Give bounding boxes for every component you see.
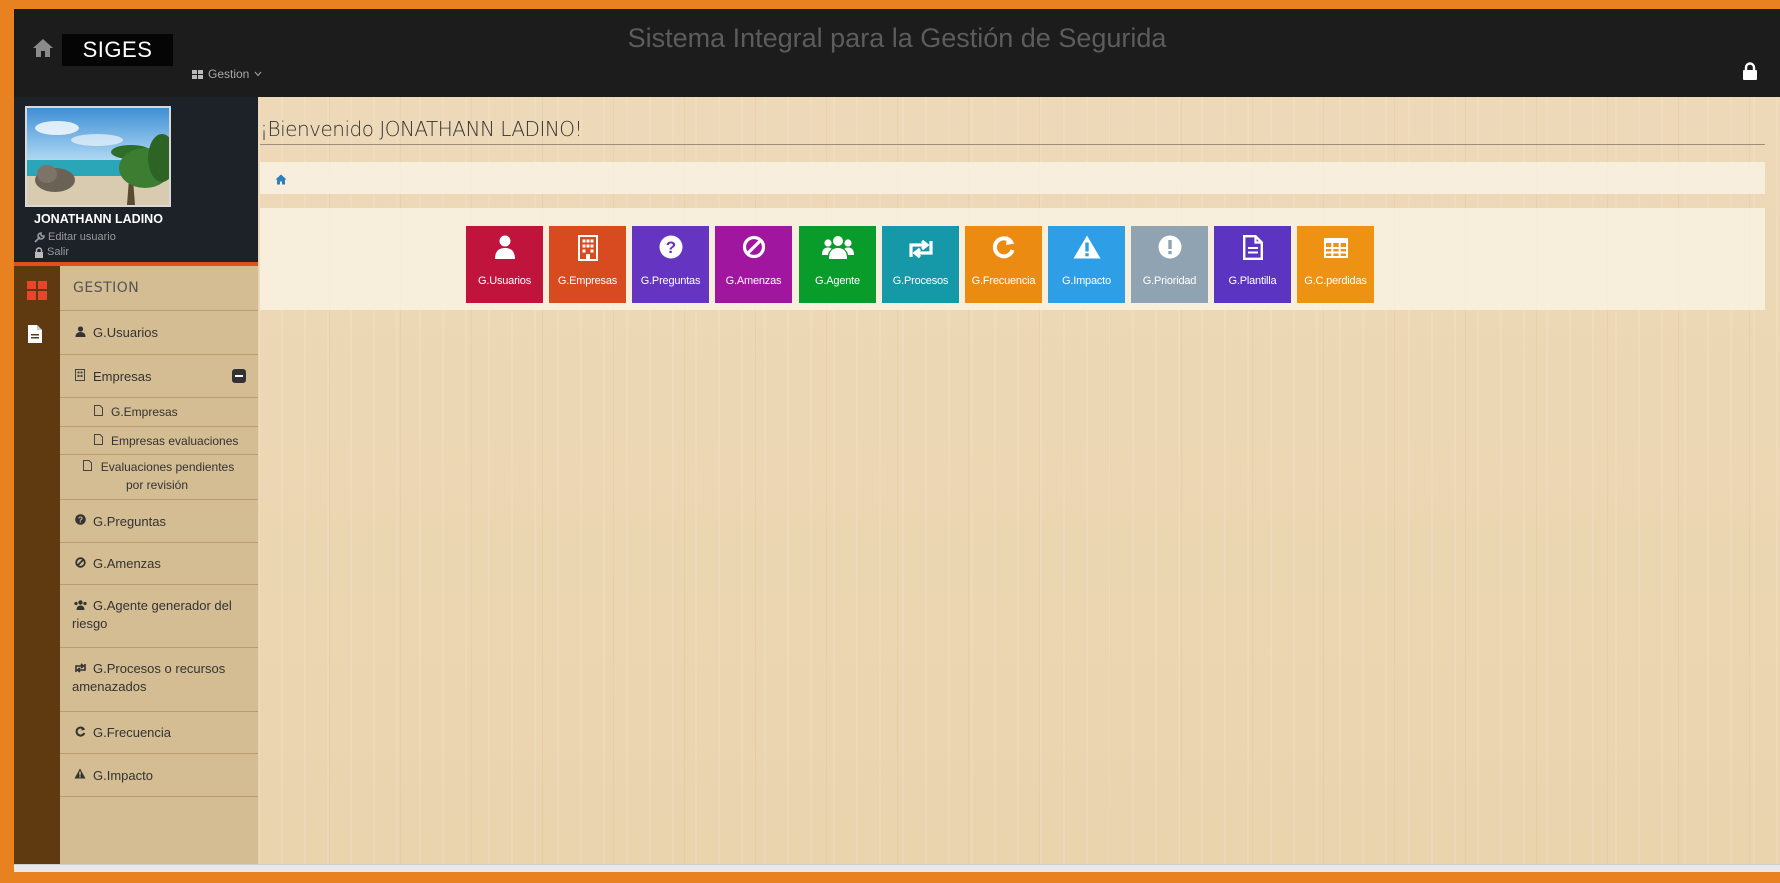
sidebar-item-label: G.Empresas: [111, 405, 178, 419]
building-icon: [549, 235, 626, 261]
sidebar-item-label: Evaluaciones pendientes por revisión: [100, 460, 235, 492]
tile-impacto[interactable]: G.Impacto: [1048, 226, 1125, 303]
ban-icon: [715, 235, 792, 261]
shortcut-tiles-panel: G.Usuarios G.Empresas ? G.Preguntas G.Am…: [260, 208, 1765, 310]
users-icon: [72, 597, 88, 615]
edit-user-label: Editar usuario: [48, 231, 116, 243]
tile-c-perdidas[interactable]: G.C.perdidas: [1297, 226, 1374, 303]
page-title: ¡Bienvenido JONATHANN LADINO!: [260, 117, 583, 141]
title-divider: [260, 144, 1765, 145]
edit-user-link[interactable]: Editar usuario: [34, 231, 116, 243]
sidebar-item-label: G.Agente generador del riesgo: [72, 598, 232, 631]
tile-label: G.Empresas: [557, 275, 618, 287]
exclamation-icon: [1131, 235, 1208, 261]
profile-panel: JONATHANN LADINO Editar usuario Salir: [14, 97, 258, 266]
sidebar: JONATHANN LADINO Editar usuario Salir GE…: [14, 97, 258, 872]
bottom-bar: [14, 864, 1780, 872]
avatar: [25, 106, 171, 207]
sidebar-item-label: G.Amenzas: [93, 556, 161, 571]
sidebar-item-frecuencia[interactable]: G.Frecuencia: [60, 712, 258, 754]
sidebar-item-usuarios[interactable]: G.Usuarios: [60, 311, 258, 355]
dashboard-icon[interactable]: [27, 281, 47, 301]
file-icon: [80, 458, 96, 476]
tile-label: G.Agente: [815, 275, 860, 287]
file-icon: [90, 405, 106, 419]
home-icon[interactable]: [275, 172, 287, 185]
tile-label: G.Frecuencia: [971, 275, 1036, 287]
app-window: SIGES Sistema Integral para la Gestión d…: [14, 9, 1780, 872]
user-icon: [72, 325, 88, 340]
ban-icon: [72, 556, 88, 571]
breadcrumb: [260, 162, 1765, 194]
tile-amenzas[interactable]: G.Amenzas: [715, 226, 792, 303]
collapse-icon[interactable]: [232, 369, 246, 383]
tile-label: G.Amenzas: [725, 275, 782, 287]
gestion-menu-label: Gestion: [208, 67, 250, 81]
table-icon: [1297, 235, 1374, 261]
icon-rail: [14, 266, 60, 872]
tile-label: G.Impacto: [1062, 275, 1111, 287]
chevron-down-icon: [254, 71, 262, 77]
tile-label: G.Prioridad: [1142, 275, 1197, 287]
refresh-icon: [965, 235, 1042, 261]
users-icon: [799, 235, 876, 261]
sidebar-item-label: G.Frecuencia: [93, 725, 172, 740]
sidebar-subitem-empresas-evaluaciones[interactable]: Empresas evaluaciones: [60, 427, 258, 455]
sidebar-item-label: G.Impacto: [93, 767, 153, 783]
tile-empresas[interactable]: G.Empresas: [549, 226, 626, 303]
building-icon: [72, 368, 88, 384]
grid-icon: [192, 69, 203, 79]
lock-icon[interactable]: [1742, 62, 1760, 82]
file-icon: [1214, 235, 1291, 261]
tile-agente[interactable]: G.Agente: [799, 226, 876, 303]
retweet-icon: [72, 660, 88, 678]
tile-label: G.Plantilla: [1228, 275, 1277, 287]
svg-text:?: ?: [665, 238, 675, 257]
gestion-dropdown[interactable]: Gestion: [192, 67, 262, 81]
question-icon: ?: [72, 514, 88, 528]
sidebar-item-preguntas[interactable]: ? G.Preguntas: [60, 500, 258, 543]
tile-label: G.Usuarios: [477, 275, 532, 287]
logout-link[interactable]: Salir: [34, 246, 69, 258]
sidebar-item-label: Empresas evaluaciones: [111, 433, 239, 448]
refresh-icon: [72, 726, 88, 740]
document-icon[interactable]: [27, 324, 47, 344]
sidebar-item-label: Empresas: [93, 368, 152, 384]
tile-preguntas[interactable]: ? G.Preguntas: [632, 226, 709, 303]
top-navbar: SIGES Sistema Integral para la Gestión d…: [14, 9, 1780, 97]
tile-procesos[interactable]: G.Procesos: [882, 226, 959, 303]
sidebar-item-impacto[interactable]: G.Impacto: [60, 754, 258, 797]
system-title: Sistema Integral para la Gestión de Segu…: [627, 23, 1167, 53]
retweet-icon: [882, 235, 959, 261]
profile-name: JONATHANN LADINO: [34, 212, 163, 226]
sidebar-menu: GESTION G.Usuarios Empresas G.Empresas E…: [60, 266, 258, 872]
sidebar-subitem-g-empresas[interactable]: G.Empresas: [60, 398, 258, 427]
sidebar-item-empresas[interactable]: Empresas: [60, 355, 258, 398]
sidebar-item-label: G.Preguntas: [93, 513, 166, 529]
warning-icon: [1048, 235, 1125, 261]
user-icon: [466, 235, 543, 261]
sidebar-item-amenzas[interactable]: G.Amenzas: [60, 543, 258, 585]
tile-label: G.Procesos: [892, 275, 949, 287]
sidebar-item-label: G.Procesos o recursos amenazados: [72, 661, 226, 694]
logout-label: Salir: [47, 246, 70, 258]
tile-frecuencia[interactable]: G.Frecuencia: [965, 226, 1042, 303]
sidebar-section-gestion[interactable]: GESTION: [60, 266, 258, 311]
tile-label: G.C.perdidas: [1304, 275, 1367, 287]
question-icon: ?: [632, 235, 709, 261]
sidebar-subitem-evaluaciones-pendientes[interactable]: Evaluaciones pendientes por revisión: [60, 455, 258, 500]
tile-prioridad[interactable]: G.Prioridad: [1131, 226, 1208, 303]
main-content: ¡Bienvenido JONATHANN LADINO! G.Usuarios…: [258, 97, 1780, 864]
file-icon: [90, 433, 106, 448]
sidebar-item-agente[interactable]: G.Agente generador del riesgo: [60, 585, 258, 648]
wrench-icon: [34, 231, 45, 243]
tile-label: G.Preguntas: [640, 275, 701, 287]
svg-text:?: ?: [77, 515, 82, 525]
sidebar-item-label: G.Usuarios: [93, 325, 159, 340]
warning-icon: [72, 768, 88, 782]
lock-icon: [35, 246, 43, 258]
tile-usuarios[interactable]: G.Usuarios: [466, 226, 543, 303]
tile-plantilla[interactable]: G.Plantilla: [1214, 226, 1291, 303]
sidebar-item-procesos[interactable]: G.Procesos o recursos amenazados: [60, 648, 258, 712]
